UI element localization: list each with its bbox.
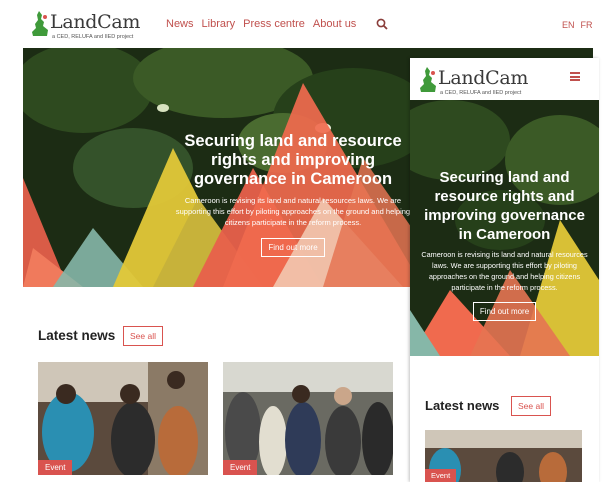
- mobile-site-logo[interactable]: LandCam a CED, RELUFA and IIED project: [418, 66, 533, 96]
- news-card-image: [223, 362, 393, 475]
- hero-title: Securing land and resource rights and im…: [184, 132, 402, 188]
- logo-name: LandCam: [438, 67, 529, 89]
- main-nav: News Library Press centre About us: [166, 18, 356, 30]
- logo-tagline: a CED, RELUFA and IIED project: [52, 34, 134, 40]
- mobile-news-card[interactable]: Event: [425, 430, 582, 482]
- find-out-more-button[interactable]: Find out more: [261, 238, 325, 257]
- site-header: LandCam a CED, RELUFA and IIED project N…: [0, 0, 616, 48]
- latest-news-heading: Latest news: [38, 328, 116, 343]
- hero-description: Cameroon is revising its land and natura…: [175, 196, 411, 227]
- mobile-header: LandCam a CED, RELUFA and IIED project: [410, 58, 599, 100]
- nav-item-news[interactable]: News: [166, 18, 194, 30]
- nav-item-about-us[interactable]: About us: [313, 18, 356, 30]
- mobile-news-card-badge: Event: [425, 469, 457, 482]
- hamburger-menu-icon[interactable]: [570, 72, 580, 81]
- mobile-preview: LandCam a CED, RELUFA and IIED project S…: [410, 58, 599, 482]
- cameroon-map-logo-icon: [420, 67, 436, 92]
- lang-en-link[interactable]: EN: [562, 20, 575, 30]
- mobile-latest-news-heading: Latest news: [425, 398, 500, 413]
- cameroon-map-logo-icon: [32, 11, 48, 36]
- site-logo[interactable]: LandCam a CED, RELUFA and IIED project: [30, 10, 140, 42]
- search-icon[interactable]: [376, 18, 388, 30]
- mobile-find-out-more-button[interactable]: Find out more: [472, 302, 537, 321]
- logo-tagline: a CED, RELUFA and IIED project: [440, 90, 522, 96]
- news-card[interactable]: Event: [38, 362, 208, 475]
- logo-name: LandCam: [50, 11, 141, 33]
- mobile-see-all-button[interactable]: See all: [511, 396, 551, 416]
- hero-content: Securing land and resource rights and im…: [168, 132, 418, 257]
- news-card[interactable]: Event: [223, 362, 393, 475]
- news-card-badge: Event: [223, 460, 258, 475]
- language-switcher: EN FR: [562, 20, 593, 30]
- nav-item-library[interactable]: Library: [202, 18, 236, 30]
- see-all-button[interactable]: See all: [123, 326, 163, 346]
- mobile-hero-content: Securing land and resource rights and im…: [418, 168, 591, 321]
- mobile-hero-banner: Securing land and resource rights and im…: [410, 100, 599, 356]
- nav-item-press-centre[interactable]: Press centre: [243, 18, 305, 30]
- mobile-hero-title: Securing land and resource rights and im…: [424, 169, 585, 243]
- mobile-hero-description: Cameroon is revising its land and natura…: [421, 250, 588, 292]
- news-card-image: [38, 362, 208, 475]
- lang-fr-link[interactable]: FR: [581, 20, 593, 30]
- news-card-badge: Event: [38, 460, 73, 475]
